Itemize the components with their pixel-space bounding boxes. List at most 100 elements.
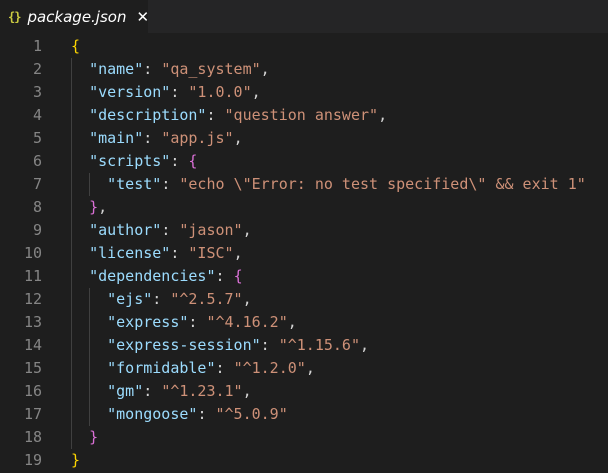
code-line[interactable]: 1{ bbox=[0, 35, 608, 58]
code-line[interactable]: 13 "express": "^4.16.2", bbox=[0, 311, 608, 334]
code-token: "name" bbox=[89, 60, 144, 78]
code-text: "formidable": "^1.2.0", bbox=[71, 357, 315, 380]
line-number: 1 bbox=[32, 37, 42, 55]
line-number: 3 bbox=[32, 83, 42, 101]
code-token: "^1.15.6" bbox=[278, 336, 360, 354]
code-line[interactable]: 4 "description": "question answer", bbox=[0, 104, 608, 127]
line-number: 4 bbox=[32, 106, 42, 124]
code-line[interactable]: 18 } bbox=[0, 426, 608, 449]
json-file-icon: {} bbox=[8, 9, 21, 24]
line-number: 11 bbox=[23, 267, 42, 285]
code-token: : bbox=[170, 244, 189, 262]
code-line[interactable]: 11 "dependencies": { bbox=[0, 265, 608, 288]
code-text: "express": "^4.16.2", bbox=[71, 311, 297, 334]
line-number: 5 bbox=[32, 129, 42, 147]
code-line[interactable]: 10 "license": "ISC", bbox=[0, 242, 608, 265]
code-token: "scripts" bbox=[89, 152, 171, 170]
line-number: 7 bbox=[32, 175, 42, 193]
code-line[interactable]: 8 }, bbox=[0, 196, 608, 219]
code-line[interactable]: 3 "version": "1.0.0", bbox=[0, 81, 608, 104]
code-token: "express-session" bbox=[107, 336, 261, 354]
code-text: { bbox=[71, 35, 80, 58]
code-text: "dependencies": { bbox=[71, 265, 243, 288]
code-token: "express" bbox=[107, 313, 189, 331]
code-line[interactable]: 14 "express-session": "^1.15.6", bbox=[0, 334, 608, 357]
code-token: { bbox=[188, 152, 198, 170]
line-number: 8 bbox=[32, 198, 42, 216]
code-line[interactable]: 19} bbox=[0, 449, 608, 472]
code-token: : bbox=[260, 336, 279, 354]
code-line[interactable]: 9 "author": "jason", bbox=[0, 219, 608, 242]
code-token: } bbox=[71, 451, 81, 469]
indent-guide bbox=[89, 288, 91, 426]
code-text: "scripts": { bbox=[71, 150, 197, 173]
code-token: } bbox=[89, 428, 99, 446]
code-token: : bbox=[206, 106, 225, 124]
code-token: , bbox=[242, 382, 252, 400]
code-token: "main" bbox=[89, 129, 144, 147]
code-text: "name": "qa_system", bbox=[71, 58, 270, 81]
code-text: "author": "jason", bbox=[71, 219, 252, 242]
code-token: } bbox=[89, 198, 99, 216]
code-line[interactable]: 16 "gm": "^1.23.1", bbox=[0, 380, 608, 403]
code-token: , bbox=[305, 359, 315, 377]
code-text: "mongoose": "^5.0.9" bbox=[71, 403, 288, 426]
code-token: , bbox=[251, 83, 261, 101]
code-text: "express-session": "^1.15.6", bbox=[71, 334, 369, 357]
code-token: "version" bbox=[89, 83, 171, 101]
code-token: : bbox=[170, 83, 189, 101]
code-line[interactable]: 6 "scripts": { bbox=[0, 150, 608, 173]
code-token: { bbox=[71, 37, 81, 55]
code-line[interactable]: 17 "mongoose": "^5.0.9" bbox=[0, 403, 608, 426]
code-token: , bbox=[242, 290, 252, 308]
code-token: "jason" bbox=[179, 221, 243, 239]
code-text: }, bbox=[71, 196, 107, 219]
code-editor[interactable]: 1{2 "name": "qa_system", 3 "version": "1.… bbox=[0, 33, 608, 473]
line-number: 19 bbox=[23, 451, 42, 469]
code-token: "^2.5.7" bbox=[170, 290, 243, 308]
line-number: 9 bbox=[32, 221, 42, 239]
code-text: "main": "app.js", bbox=[71, 127, 243, 150]
code-token: "mongoose" bbox=[107, 405, 198, 423]
code-token: "ejs" bbox=[107, 290, 153, 308]
line-number: 6 bbox=[32, 152, 42, 170]
code-text: "test": "echo \"Error: no test specified… bbox=[71, 173, 586, 196]
code-token: : bbox=[143, 60, 162, 78]
code-line[interactable]: 5 "main": "app.js", bbox=[0, 127, 608, 150]
line-number: 2 bbox=[32, 60, 42, 78]
code-token: "qa_system" bbox=[161, 60, 261, 78]
code-token: , bbox=[233, 129, 243, 147]
code-token: "gm" bbox=[107, 382, 144, 400]
code-text: "license": "ISC", bbox=[71, 242, 243, 265]
editor-tab-bar: {} package.json ✕ bbox=[0, 0, 608, 33]
code-token: "ISC" bbox=[188, 244, 234, 262]
code-token: "dependencies" bbox=[89, 267, 216, 285]
code-token: , bbox=[233, 244, 243, 262]
code-token: "^1.23.1" bbox=[161, 382, 243, 400]
code-line[interactable]: 12 "ejs": "^2.5.7", bbox=[0, 288, 608, 311]
code-text: "ejs": "^2.5.7", bbox=[71, 288, 252, 311]
tab-package-json[interactable]: {} package.json ✕ bbox=[0, 0, 149, 33]
code-line[interactable]: 7 "test": "echo \"Error: no test specifi… bbox=[0, 173, 608, 196]
code-token: : bbox=[197, 405, 216, 423]
code-line[interactable]: 2 "name": "qa_system", bbox=[0, 58, 608, 81]
code-token: "author" bbox=[89, 221, 162, 239]
code-token: : bbox=[170, 152, 189, 170]
code-token: "app.js" bbox=[161, 129, 234, 147]
code-token: , bbox=[260, 60, 270, 78]
code-token: : bbox=[188, 313, 207, 331]
code-token: : bbox=[152, 290, 171, 308]
code-token: "formidable" bbox=[107, 359, 216, 377]
code-line[interactable]: 15 "formidable": "^1.2.0", bbox=[0, 357, 608, 380]
line-number: 13 bbox=[23, 313, 42, 331]
close-icon[interactable]: ✕ bbox=[136, 8, 149, 26]
code-token: "question answer" bbox=[224, 106, 379, 124]
